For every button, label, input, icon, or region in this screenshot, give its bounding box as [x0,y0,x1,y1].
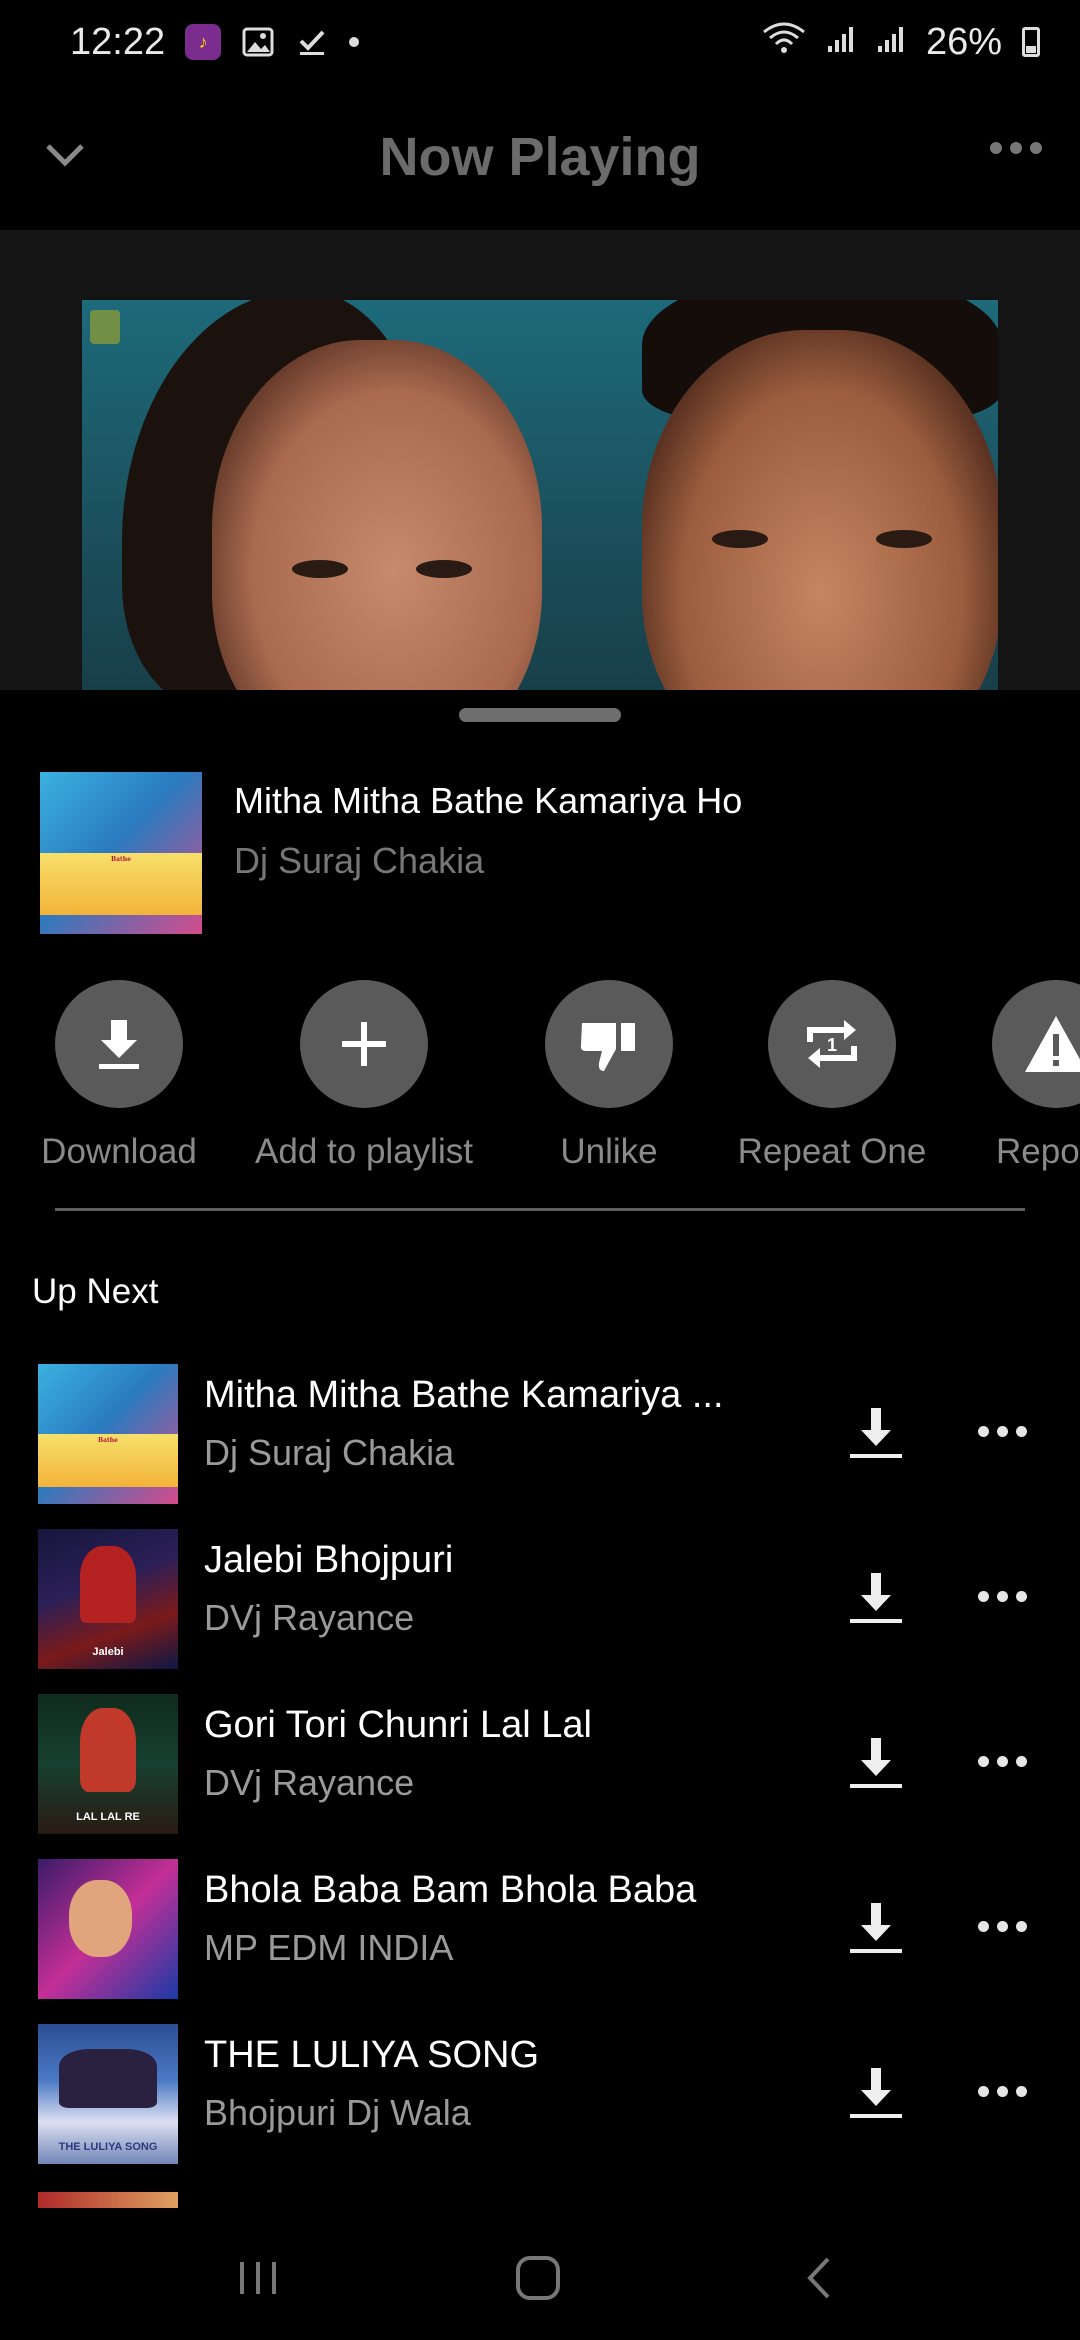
track-thumbnail: Jalebi [38,1529,178,1669]
unlike-action[interactable]: Unlike [499,980,719,1172]
svg-text:1: 1 [827,1035,837,1055]
battery-percent: 26% [925,20,1002,63]
cover-text: Bathe [98,1436,118,1444]
now-playing-thumbnail: Bathe [40,772,202,934]
system-nav-bar [0,2210,1080,2340]
thumbnail-text: Bathe [111,856,131,864]
gallery-icon [241,25,275,59]
track-title: Jalebi Bhojpuri [204,1539,454,1581]
report-label: Repo [996,1132,1080,1171]
more-horizontal-icon[interactable] [978,2086,1027,2097]
wifi-icon [762,20,806,64]
track-title: Bhola Baba Bam Bhola Baba [204,1869,697,1911]
thumbs-down-icon[interactable] [545,980,673,1108]
warning-icon[interactable] [992,980,1080,1108]
more-horizontal-icon[interactable] [978,1921,1027,1932]
list-item[interactable]: LAL LAL RE Gori Tori Chunri Lal Lal DVj … [0,1694,1080,1834]
list-item[interactable]: Bhola Baba Bam Bhola Baba MP EDM INDIA [0,1859,1080,1999]
home-icon[interactable] [508,2248,568,2308]
track-artist: Dj Suraj Chakia [204,1432,455,1473]
dot-icon [349,37,360,47]
track-artist: Bhojpuri Dj Wala [204,2092,471,2133]
more-horizontal-icon[interactable] [990,142,1042,154]
track-artist: MP EDM INDIA [204,1927,454,1968]
download-icon[interactable] [846,1897,906,1957]
status-time: 12:22 [70,20,166,63]
track-thumbnail [38,1859,178,1999]
repeat-one-action[interactable]: 1 Repeat One [722,980,942,1172]
back-icon[interactable] [790,2248,850,2308]
plus-icon[interactable] [300,980,428,1108]
unlike-label: Unlike [560,1132,658,1171]
add-to-playlist-action[interactable]: Add to playlist [254,980,474,1172]
up-next-heading: Up Next [32,1272,159,1311]
download-label: Download [41,1132,197,1171]
download-icon[interactable] [55,980,183,1108]
cover-text: THE LULIYA SONG [58,2140,158,2153]
more-horizontal-icon[interactable] [978,1591,1027,1602]
chevron-down-icon[interactable] [40,130,90,180]
download-icon[interactable] [846,1732,906,1792]
list-item[interactable]: THE LULIYA SONG THE LULIYA SONG Bhojpuri… [0,2024,1080,2164]
battery-icon [1022,27,1040,57]
page-title: Now Playing [379,127,701,187]
track-thumbnail: Bathe [38,1364,178,1504]
track-title: THE LULIYA SONG [204,2034,540,2076]
report-action[interactable]: Repo [946,980,1080,1172]
list-item[interactable]: Bathe Mitha Mitha Bathe Kamariya ... Dj … [0,1364,1080,1504]
check-icon [295,25,329,59]
action-row: Download Add to playlist Unlike 1 Repeat… [0,980,1080,1171]
track-artist: DVj Rayance [204,1597,415,1638]
track-title: Gori Tori Chunri Lal Lal [204,1704,592,1746]
now-playing-title: Mitha Mitha Bathe Kamariya Ho [234,780,743,821]
now-playing-artist: Dj Suraj Chakia [234,840,485,881]
cover-text: LAL LAL RE [76,1810,140,1823]
recent-apps-icon[interactable] [228,2248,288,2308]
status-right: 26% [762,20,1040,64]
now-playing-header: Now Playing [0,84,1080,230]
add-to-playlist-label: Add to playlist [255,1132,473,1171]
partial-list-item [38,2192,178,2208]
album-artwork [82,300,998,690]
track-thumbnail: LAL LAL RE [38,1694,178,1834]
status-bar: 12:22 ♪ 26% [0,0,1080,84]
download-icon[interactable] [846,2062,906,2122]
more-horizontal-icon[interactable] [978,1426,1027,1437]
download-icon[interactable] [846,1402,906,1462]
signal-icon [876,21,906,64]
cover-text: Jalebi [92,1645,124,1658]
status-left: 12:22 ♪ [70,20,360,64]
repeat-one-icon[interactable]: 1 [768,980,896,1108]
more-horizontal-icon[interactable] [978,1756,1027,1767]
app-notification-icon: ♪ [185,24,222,60]
track-thumbnail: THE LULIYA SONG [38,2024,178,2164]
signal-icon [826,21,856,64]
repeat-one-label: Repeat One [737,1132,927,1171]
track-title: Mitha Mitha Bathe Kamariya ... [204,1374,724,1416]
artwork-region [0,230,1080,690]
bottom-sheet: Bathe Mitha Mitha Bathe Kamariya Ho Dj S… [0,690,1080,2210]
divider [55,1208,1025,1211]
download-action[interactable]: Download [9,980,229,1172]
list-item[interactable]: Jalebi Jalebi Bhojpuri DVj Rayance [0,1529,1080,1669]
artwork-logo [90,310,120,344]
track-artist: DVj Rayance [204,1762,415,1803]
drag-handle[interactable] [459,708,621,722]
download-icon[interactable] [846,1567,906,1627]
